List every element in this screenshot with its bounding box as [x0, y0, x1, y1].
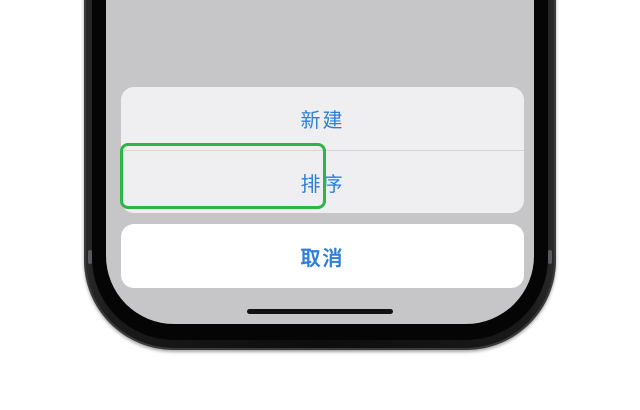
- phone-side-accent-right: [548, 250, 552, 264]
- phone-screen: 新建 排序 取消: [106, 0, 534, 324]
- new-button-label: 新建: [300, 108, 345, 132]
- phone-side-accent-left: [88, 250, 92, 264]
- stage: 新建 排序 取消: [0, 0, 640, 410]
- new-button[interactable]: 新建: [121, 87, 524, 150]
- cancel-button[interactable]: 取消: [121, 224, 524, 288]
- sort-button[interactable]: 排序: [121, 150, 524, 213]
- action-sheet: 新建 排序: [121, 87, 524, 213]
- cancel-button-label: 取消: [300, 245, 345, 270]
- home-indicator[interactable]: [247, 309, 393, 314]
- sort-button-label: 排序: [300, 171, 345, 196]
